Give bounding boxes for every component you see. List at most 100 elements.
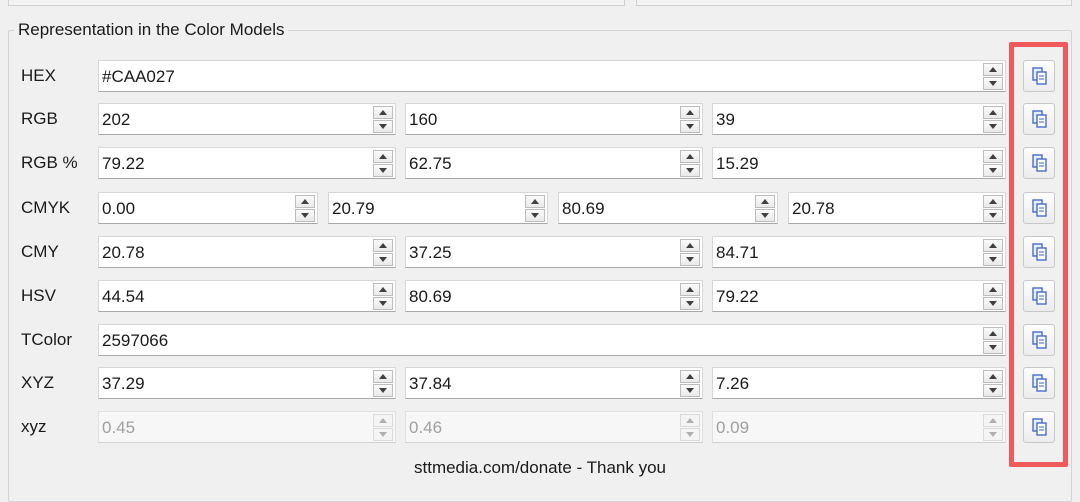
spin-up-icon[interactable] [680,150,700,163]
xyz-value-3: 0.09 [716,418,750,437]
spin-down-icon[interactable] [525,209,545,222]
cmyk-field-2[interactable]: 20.79 [328,192,548,224]
spin-down-icon[interactable] [373,164,393,177]
rgb-spinner-2[interactable] [680,150,700,178]
spin-up-icon[interactable] [983,283,1003,296]
xyz-spinner-1[interactable] [373,370,393,398]
rgb-spinner-3[interactable] [983,150,1003,178]
cmyk-spinner-1[interactable] [295,195,315,223]
spin-down-icon[interactable] [983,209,1003,222]
spin-down-icon[interactable] [295,209,315,222]
cmy-field-2[interactable]: 37.25 [405,236,703,268]
xyz-field-2[interactable]: 37.84 [405,367,703,399]
spin-up-icon[interactable] [680,239,700,252]
hsv-spinner-1[interactable] [373,283,393,311]
spin-down-icon[interactable] [983,164,1003,177]
spin-up-icon[interactable] [680,106,700,119]
rgb-spinner-1[interactable] [373,150,393,178]
cmyk-spinner-3[interactable] [755,195,775,223]
cmyk-field-4[interactable]: 20.78 [788,192,1006,224]
tcolor-spinner-1[interactable] [983,327,1003,355]
xyz-field-1[interactable]: 37.29 [98,367,396,399]
spin-up-icon[interactable] [373,239,393,252]
spin-up-icon [983,414,1003,427]
cmy-value-2: 37.25 [409,243,452,262]
spin-down-icon[interactable] [680,297,700,310]
hex-spinner-1[interactable] [983,63,1003,91]
donate-footer[interactable]: sttmedia.com/donate - Thank you [0,458,1080,478]
spin-up-icon[interactable] [755,195,775,208]
rgb-value-2: 160 [409,110,438,129]
spin-down-icon[interactable] [680,253,700,266]
rgb-field-3[interactable]: 39 [712,103,1006,135]
cmyk-field-3[interactable]: 80.69 [558,192,778,224]
spin-down-icon[interactable] [983,77,1003,90]
spin-down-icon[interactable] [983,120,1003,133]
cmyk-spinner-2[interactable] [525,195,545,223]
cmy-spinner-2[interactable] [680,239,700,267]
cmy-field-1[interactable]: 20.78 [98,236,396,268]
rgb-field-3[interactable]: 15.29 [712,147,1006,179]
cmy-spinner-3[interactable] [983,239,1003,267]
rgb-field-1[interactable]: 79.22 [98,147,396,179]
rgb-spinner-3[interactable] [983,106,1003,134]
spin-down-icon[interactable] [983,253,1003,266]
spin-up-icon[interactable] [983,150,1003,163]
cmyk-value-1: 0.00 [102,199,136,218]
spin-down-icon[interactable] [373,253,393,266]
spin-down-icon[interactable] [680,120,700,133]
spin-up-icon[interactable] [983,195,1003,208]
hex-field-1[interactable]: #CAA027 [98,60,1006,92]
cmyk-spinner-4[interactable] [983,195,1003,223]
spin-up-icon[interactable] [373,370,393,383]
spin-down-icon[interactable] [373,297,393,310]
spin-up-icon[interactable] [373,283,393,296]
spin-up-icon[interactable] [983,327,1003,340]
row-label-cmyk: CMYK [21,198,71,217]
spin-up-icon[interactable] [983,370,1003,383]
spin-down-icon[interactable] [373,120,393,133]
spin-up-icon[interactable] [983,63,1003,76]
spin-down-icon[interactable] [680,164,700,177]
rgb-spinner-2[interactable] [680,106,700,134]
rgb-spinner-1[interactable] [373,106,393,134]
rgb-field-2[interactable]: 62.75 [405,147,703,179]
tcolor-field-1[interactable]: 2597066 [98,324,1006,356]
xyz-value-2: 0.46 [409,418,443,437]
spin-up-icon[interactable] [373,150,393,163]
tcolor-value-1: 2597066 [102,331,169,350]
cmy-field-3[interactable]: 84.71 [712,236,1006,268]
hsv-field-1[interactable]: 44.54 [98,280,396,312]
hsv-spinner-3[interactable] [983,283,1003,311]
spin-down-icon [680,428,700,441]
xyz-field-1: 0.45 [98,411,396,443]
rgb-field-2[interactable]: 160 [405,103,703,135]
xyz-spinner-3[interactable] [983,370,1003,398]
spin-down-icon[interactable] [755,209,775,222]
hsv-value-3: 79.22 [716,287,759,306]
xyz-value-1: 37.29 [102,374,145,393]
rgb-field-1[interactable]: 202 [98,103,396,135]
xyz-spinner-2[interactable] [680,370,700,398]
xyz-field-3[interactable]: 7.26 [712,367,1006,399]
spin-up-icon[interactable] [983,239,1003,252]
hsv-value-2: 80.69 [409,287,452,306]
hsv-field-3[interactable]: 79.22 [712,280,1006,312]
hsv-spinner-2[interactable] [680,283,700,311]
rgb-value-3: 39 [716,110,735,129]
cmy-spinner-1[interactable] [373,239,393,267]
spin-down-icon[interactable] [373,384,393,397]
hsv-field-2[interactable]: 80.69 [405,280,703,312]
spin-down-icon[interactable] [680,384,700,397]
spin-down-icon[interactable] [983,341,1003,354]
spin-up-icon[interactable] [680,370,700,383]
row-label-cmy: CMY [21,242,59,261]
spin-down-icon[interactable] [983,384,1003,397]
spin-up-icon[interactable] [680,283,700,296]
spin-up-icon[interactable] [295,195,315,208]
spin-up-icon[interactable] [983,106,1003,119]
spin-up-icon[interactable] [525,195,545,208]
cmyk-field-1[interactable]: 0.00 [98,192,318,224]
spin-down-icon[interactable] [983,297,1003,310]
spin-up-icon[interactable] [373,106,393,119]
